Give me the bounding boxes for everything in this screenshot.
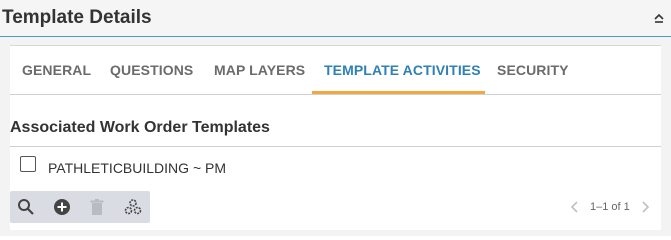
- chevron-right-icon[interactable]: [640, 201, 650, 213]
- chevron-up-icon[interactable]: [652, 10, 666, 24]
- tab-questions[interactable]: QUESTIONS: [110, 46, 193, 94]
- row-checkbox[interactable]: [20, 156, 36, 172]
- tab-bar: GENERAL QUESTIONS MAP LAYERS TEMPLATE AC…: [10, 46, 661, 95]
- active-tab-indicator: [312, 91, 485, 94]
- delete-icon[interactable]: [87, 197, 107, 217]
- content-panel: GENERAL QUESTIONS MAP LAYERS TEMPLATE AC…: [0, 37, 671, 236]
- page-title: Template Details: [2, 7, 152, 28]
- settings-icon[interactable]: [123, 197, 143, 217]
- add-icon[interactable]: [52, 197, 72, 217]
- section-title: Associated Work Order Templates: [10, 119, 270, 136]
- tab-security[interactable]: SECURITY: [497, 46, 569, 94]
- pagination: 1–1 of 1: [570, 198, 650, 216]
- panel-card: GENERAL QUESTIONS MAP LAYERS TEMPLATE AC…: [10, 45, 661, 230]
- chevron-left-icon[interactable]: [570, 201, 580, 213]
- list-item: PATHLETICBUILDING ~ PM: [48, 160, 227, 176]
- search-icon[interactable]: [16, 197, 36, 217]
- grid-toolbar: [10, 191, 150, 223]
- tab-map-layers[interactable]: MAP LAYERS: [214, 46, 305, 94]
- template-details-header: Template Details: [0, 0, 671, 37]
- section-divider: [10, 146, 661, 147]
- tab-template-activities[interactable]: TEMPLATE ACTIVITIES: [324, 46, 481, 94]
- tab-general[interactable]: GENERAL: [22, 46, 91, 94]
- pagination-label: 1–1 of 1: [590, 201, 630, 213]
